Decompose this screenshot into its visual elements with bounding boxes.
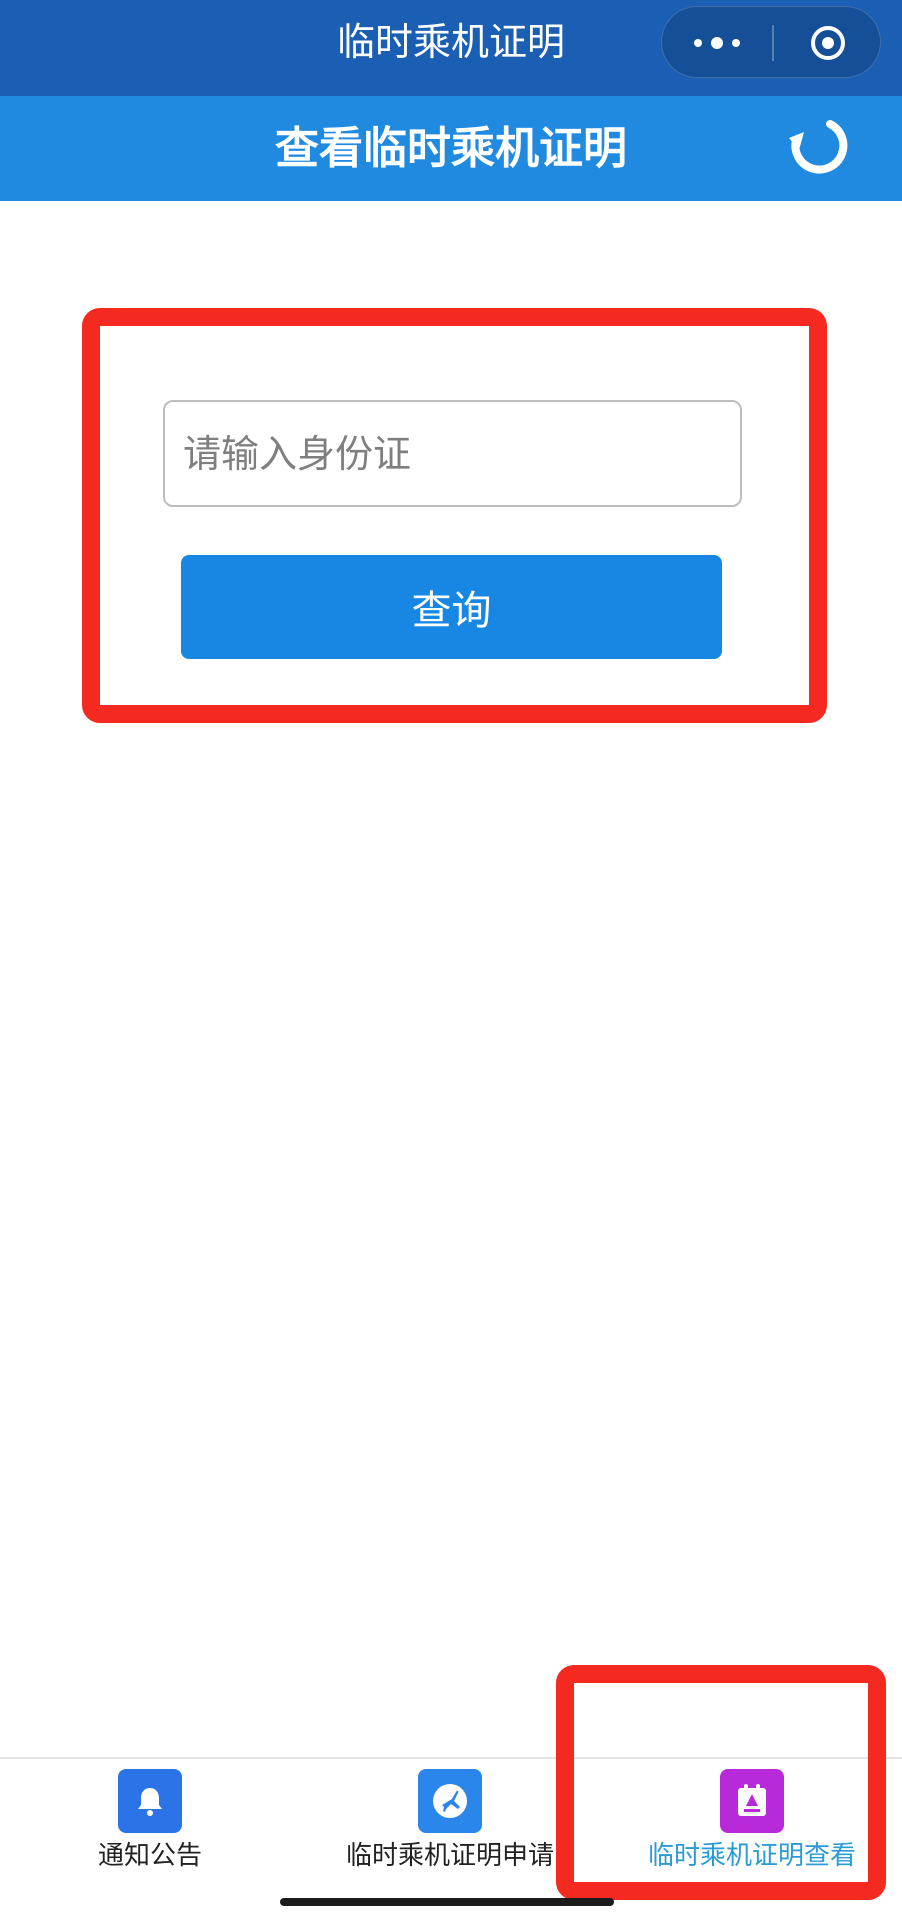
page-header: 查看临时乘机证明 [0,96,902,201]
mini-program-title-bar: 临时乘机证明 [0,0,902,96]
id-card-input[interactable] [163,400,742,507]
bottom-tab-bar: 通知公告 临时乘机证明申请 临时乘机证明查看 [0,1757,902,1885]
tab-notice[interactable]: 通知公告 [70,1759,230,1887]
page-title: 查看临时乘机证明 [275,123,627,174]
close-target-icon[interactable] [810,25,846,61]
capsule-menu [661,6,881,78]
home-indicator[interactable] [280,1898,614,1906]
query-button[interactable]: 查询 [181,555,722,659]
tab-apply[interactable]: 临时乘机证明申请 [330,1759,570,1887]
more-dot-icon [732,39,740,47]
tab-view[interactable]: 临时乘机证明查看 [630,1759,874,1887]
more-options-button[interactable] [662,7,772,79]
more-dot-icon [711,37,723,49]
refresh-icon[interactable] [778,108,854,184]
tab-label: 通知公告 [97,1841,202,1871]
bell-icon [118,1769,182,1833]
airplane-icon [418,1769,482,1833]
tab-label: 临时乘机证明申请 [345,1841,554,1871]
tab-label: 临时乘机证明查看 [647,1841,856,1871]
capsule-divider [772,25,774,61]
id-card-icon [720,1769,784,1833]
more-dot-icon [694,39,702,47]
